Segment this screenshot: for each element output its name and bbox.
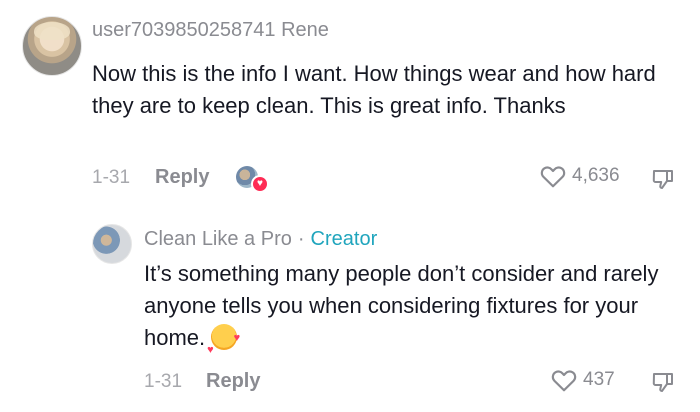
reply-like-count: 437	[583, 369, 615, 390]
creator-liked-indicator: ♥	[236, 166, 270, 193]
creator-avatar[interactable]	[92, 224, 132, 264]
reply-date: 1-31	[144, 371, 183, 392]
comment-like-count: 4,636	[572, 165, 620, 186]
comment-reply-button[interactable]: Reply	[155, 166, 209, 189]
reply-reply-button[interactable]: Reply	[206, 370, 260, 393]
thumbs-down-icon	[652, 373, 673, 392]
reply-like-button[interactable]: 437	[551, 368, 615, 392]
commenter-avatar[interactable]	[22, 16, 82, 76]
creator-name-line: Clean Like a Pro · Creator	[144, 228, 377, 251]
name-separator: ·	[297, 228, 305, 250]
heart-outline-icon	[540, 166, 566, 188]
creator-badge: Creator	[310, 228, 378, 250]
commenter-username[interactable]: user7039850258741 Rene	[92, 19, 329, 42]
creator-name[interactable]: Clean Like a Pro	[144, 228, 292, 250]
reply-dislike-button[interactable]	[651, 370, 675, 394]
heart-badge-icon: ♥	[251, 175, 269, 193]
comment-date: 1-31	[92, 167, 131, 188]
comment-text: Now this is the info I want. How things …	[92, 61, 656, 118]
comment-dislike-button[interactable]	[651, 167, 675, 191]
smiling-face-with-hearts-emoji-icon	[207, 322, 240, 366]
comment-like-button[interactable]: 4,636	[540, 164, 620, 188]
thumbs-down-icon	[652, 170, 673, 189]
heart-outline-icon	[551, 370, 577, 392]
reply-text-block: It’s something many people don’t conside…	[144, 258, 694, 366]
